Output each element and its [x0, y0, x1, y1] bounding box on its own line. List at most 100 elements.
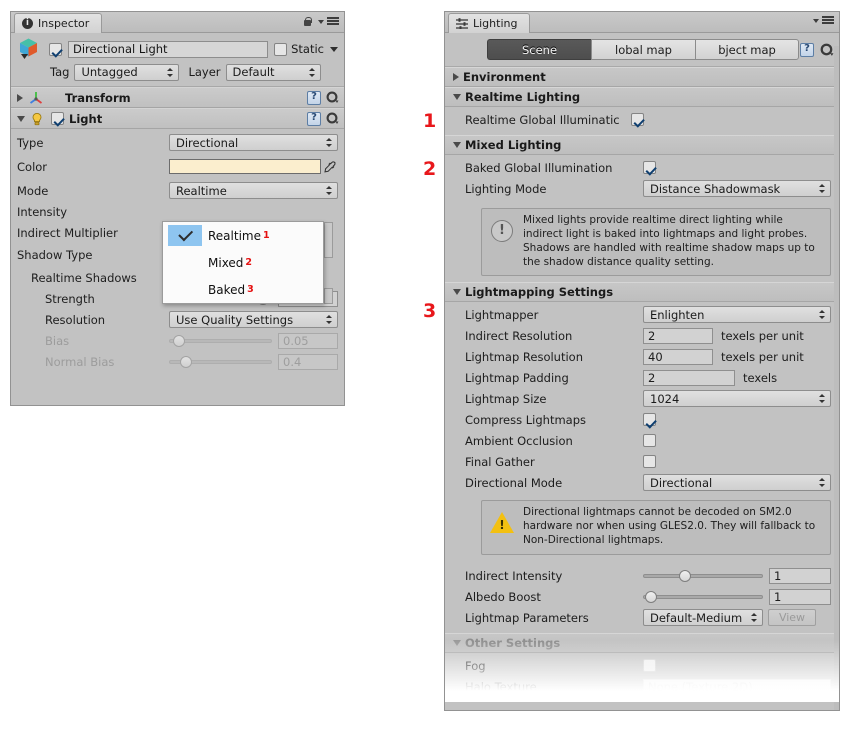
- albedo-boost-field[interactable]: 1: [769, 588, 831, 605]
- tab-lighting[interactable]: Lighting: [448, 13, 531, 33]
- lightmap-parameters-dropdown[interactable]: Default-Medium: [643, 609, 763, 627]
- static-dropdown-icon[interactable]: [330, 46, 338, 52]
- updown-arrows-icon: [308, 67, 316, 78]
- realtime-gi-checkbox[interactable]: [631, 113, 644, 126]
- slider-knob[interactable]: [645, 590, 658, 603]
- compress-lightmaps-checkbox[interactable]: [643, 413, 656, 427]
- lightmap-size-value: 1024: [650, 391, 680, 406]
- menu-item-realtime[interactable]: Realtime 1: [163, 222, 323, 249]
- check-placeholder: [168, 279, 202, 300]
- annotation-number-2: 2: [423, 158, 437, 180]
- mixed-lighting-info-text: Mixed lights provide realtime direct lig…: [523, 214, 815, 268]
- menu-item-baked-label: Baked: [208, 282, 246, 297]
- static-checkbox[interactable]: [274, 42, 288, 56]
- row-lighting-mode: Lighting Mode Distance Shadowmask: [453, 178, 831, 199]
- foldout-open-icon[interactable]: [17, 115, 25, 122]
- foldout-open-icon[interactable]: [453, 289, 461, 296]
- directional-mode-dropdown[interactable]: Directional: [643, 474, 831, 492]
- shadow-resolution-value: Use Quality Settings: [176, 312, 294, 327]
- light-color-swatch[interactable]: [169, 159, 321, 174]
- light-mode-dropdown[interactable]: Realtime: [169, 182, 338, 199]
- foldout-open-icon[interactable]: [453, 640, 461, 647]
- layer-dropdown[interactable]: Default: [225, 63, 321, 81]
- help-book-icon[interactable]: [800, 42, 814, 57]
- lightmap-padding-field[interactable]: 2: [643, 369, 735, 386]
- tag-dropdown[interactable]: Untagged: [74, 63, 180, 81]
- section-title-environment: Environment: [463, 70, 546, 84]
- tab-inspector[interactable]: i Inspector: [14, 13, 103, 33]
- section-header-lightmapping-settings[interactable]: Lightmapping Settings: [445, 282, 839, 303]
- section-header-mixed-lighting[interactable]: Mixed Lighting: [445, 135, 839, 155]
- annotation-superscript-3: 3: [247, 284, 254, 295]
- baked-gi-checkbox[interactable]: [643, 161, 656, 174]
- inspector-scrollbar[interactable]: [324, 222, 333, 258]
- lightmap-resolution-value: 40: [648, 349, 663, 364]
- object-name-field[interactable]: Directional Light: [68, 40, 269, 58]
- lighting-scrollbar[interactable]: [834, 46, 839, 710]
- gear-icon[interactable]: [326, 112, 339, 125]
- component-header-light[interactable]: Light: [11, 108, 344, 129]
- lighting-mode-dropdown[interactable]: Distance Shadowmask: [643, 180, 831, 197]
- light-type-value: Directional: [176, 135, 239, 150]
- tab-scene[interactable]: Scene: [487, 39, 591, 60]
- tag-label: Tag: [50, 65, 70, 79]
- lightmap-size-dropdown[interactable]: 1024: [643, 390, 831, 408]
- lighting-tab-icons: [813, 16, 834, 25]
- row-final-gather: Final Gather: [453, 451, 831, 472]
- inspector-scrollbar-2[interactable]: [324, 288, 333, 304]
- shadow-resolution-label: Resolution: [45, 312, 106, 327]
- section-header-environment[interactable]: Environment: [445, 67, 839, 87]
- indirect-intensity-field[interactable]: 1: [769, 567, 831, 584]
- foldout-closed-icon[interactable]: [17, 93, 23, 102]
- chevron-down-icon[interactable]: [318, 19, 324, 24]
- gear-icon[interactable]: [326, 91, 339, 104]
- foldout-open-icon[interactable]: [453, 142, 461, 148]
- light-mode-label: Mode: [17, 183, 49, 198]
- lightmapper-dropdown[interactable]: Enlighten: [643, 306, 831, 324]
- indirect-resolution-unit: texels per unit: [721, 328, 804, 343]
- help-book-icon[interactable]: [307, 111, 321, 126]
- object-name-row: Directional Light Static: [17, 38, 338, 59]
- final-gather-label: Final Gather: [465, 454, 535, 469]
- hamburger-icon[interactable]: [822, 16, 834, 25]
- help-book-icon[interactable]: [307, 90, 321, 105]
- slider-knob[interactable]: [678, 569, 691, 582]
- albedo-boost-slider[interactable]: [643, 589, 763, 605]
- indirect-intensity-slider[interactable]: [643, 568, 763, 584]
- light-mode-dropdown-menu[interactable]: Realtime 1 Mixed 2 Baked 3: [162, 221, 324, 304]
- component-name-light: Light: [69, 111, 103, 126]
- hamburger-icon[interactable]: [327, 17, 339, 26]
- menu-item-mixed[interactable]: Mixed 2: [163, 249, 323, 276]
- row-shadow-resolution: Resolution Use Quality Settings: [17, 309, 338, 330]
- section-header-realtime-lighting[interactable]: Realtime Lighting: [445, 87, 839, 107]
- fog-checkbox[interactable]: [643, 659, 656, 673]
- indirect-resolution-field[interactable]: 2: [643, 327, 713, 344]
- foldout-open-icon[interactable]: [453, 94, 461, 100]
- static-toggle-group[interactable]: Static: [274, 42, 338, 56]
- shadow-resolution-dropdown[interactable]: Use Quality Settings: [169, 311, 338, 328]
- row-light-mode: Mode Realtime: [17, 180, 338, 201]
- info-icon: i: [22, 18, 33, 29]
- section-header-other-settings[interactable]: Other Settings: [445, 633, 839, 654]
- layer-label: Layer: [188, 65, 221, 79]
- compress-lightmaps-label: Compress Lightmaps: [465, 412, 586, 427]
- foldout-closed-icon[interactable]: [453, 73, 459, 81]
- eyedropper-icon[interactable]: [321, 160, 338, 174]
- ambient-occlusion-checkbox[interactable]: [643, 434, 656, 448]
- final-gather-checkbox[interactable]: [643, 455, 656, 469]
- menu-item-baked[interactable]: Baked 3: [163, 276, 323, 303]
- halo-texture-field[interactable]: None (Texture 2D): [643, 678, 831, 695]
- shadow-bias-value: 0.05: [283, 333, 309, 348]
- gear-icon[interactable]: [820, 43, 834, 56]
- component-header-transform[interactable]: Transform: [11, 87, 344, 108]
- light-type-dropdown[interactable]: Directional: [169, 134, 338, 151]
- object-enabled-checkbox[interactable]: [49, 42, 62, 56]
- tab-global-maps[interactable]: lobal map: [591, 39, 695, 60]
- realtime-shadows-label: Realtime Shadows: [31, 270, 137, 285]
- light-enabled-checkbox[interactable]: [51, 112, 64, 125]
- tab-object-maps[interactable]: bject map: [695, 39, 799, 60]
- lock-icon[interactable]: [303, 16, 312, 27]
- view-button[interactable]: View: [768, 609, 816, 627]
- chevron-down-icon[interactable]: [813, 18, 819, 23]
- lightmap-resolution-field[interactable]: 40: [643, 348, 713, 365]
